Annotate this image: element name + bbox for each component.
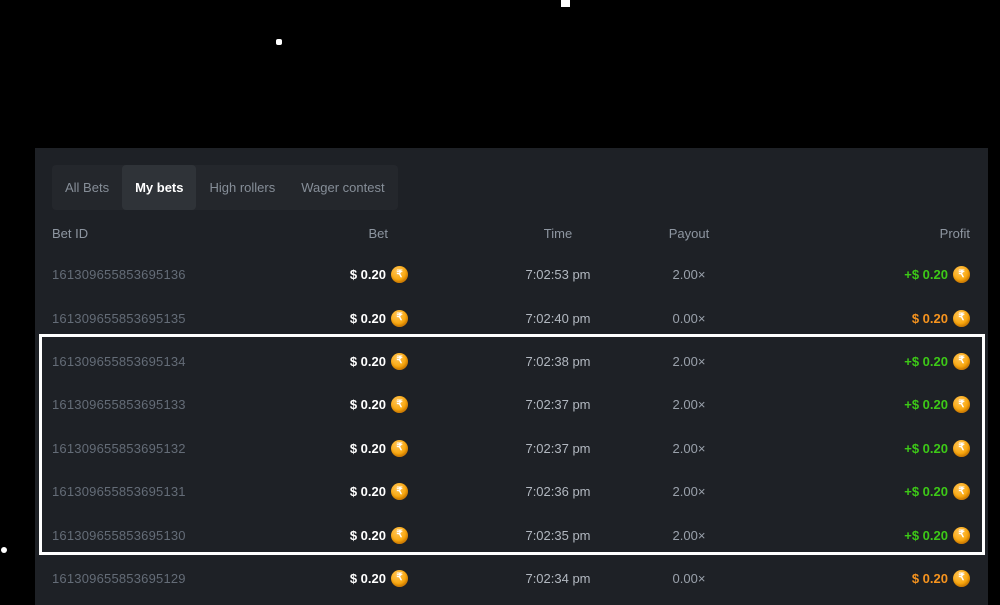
rupee-symbol: ₹: [396, 443, 402, 453]
artifact-mark-upper-left: [276, 39, 282, 45]
rupee-coin-icon: ₹: [391, 483, 408, 500]
rupee-coin-icon: ₹: [953, 310, 970, 327]
rupee-symbol: ₹: [958, 573, 964, 583]
table-row[interactable]: 161309655853695130$ 0.20₹7:02:35 pm2.00×…: [35, 513, 988, 556]
bet-amount: $ 0.20: [350, 354, 386, 369]
rupee-symbol: ₹: [958, 356, 964, 366]
bet-amount-cell: $ 0.20 ₹: [35, 513, 408, 556]
artifact-mark-bottom-left: [1, 547, 7, 553]
rupee-symbol: ₹: [958, 443, 964, 453]
bet-profit-cell: +$ 0.20 ₹: [904, 383, 970, 426]
tab-my-bets[interactable]: My bets: [122, 165, 196, 210]
rupee-coin-icon: ₹: [953, 570, 970, 587]
bet-amount-cell: $ 0.20 ₹: [35, 557, 408, 600]
bet-profit-cell: +$ 0.20 ₹: [904, 340, 970, 383]
artifact-mark-top: [561, 0, 570, 7]
bet-amount: $ 0.20: [350, 311, 386, 326]
column-header-bet: Bet: [35, 218, 408, 248]
screenshot-root: All BetsMy betsHigh rollersWager contest…: [0, 0, 1000, 605]
bet-amount: $ 0.20: [350, 397, 386, 412]
rupee-coin-icon: ₹: [953, 353, 970, 370]
rupee-symbol: ₹: [958, 313, 964, 323]
column-header-payout: Payout: [589, 218, 789, 248]
bet-profit: +$ 0.20: [904, 484, 948, 499]
table-row[interactable]: 161309655853695131$ 0.20₹7:02:36 pm2.00×…: [35, 470, 988, 513]
rupee-coin-icon: ₹: [953, 527, 970, 544]
rupee-symbol: ₹: [958, 487, 964, 497]
rupee-symbol: ₹: [396, 356, 402, 366]
bet-amount-cell: $ 0.20 ₹: [35, 470, 408, 513]
rupee-coin-icon: ₹: [953, 440, 970, 457]
bet-amount-cell: $ 0.20 ₹: [35, 253, 408, 296]
table-row[interactable]: 161309655853695133$ 0.20₹7:02:37 pm2.00×…: [35, 383, 988, 426]
bet-profit-cell: $ 0.20 ₹: [912, 296, 970, 339]
rupee-coin-icon: ₹: [953, 266, 970, 283]
rupee-coin-icon: ₹: [391, 266, 408, 283]
bet-payout: 2.00×: [589, 340, 789, 383]
bet-amount: $ 0.20: [350, 571, 386, 586]
rupee-symbol: ₹: [958, 270, 964, 280]
table-header: Bet ID Bet Time Payout Profit: [35, 218, 988, 248]
bet-profit: $ 0.20: [912, 571, 948, 586]
bet-payout: 2.00×: [589, 383, 789, 426]
bet-profit-cell: +$ 0.20 ₹: [904, 427, 970, 470]
rupee-symbol: ₹: [396, 487, 402, 497]
bet-amount: $ 0.20: [350, 441, 386, 456]
bet-profit: +$ 0.20: [904, 267, 948, 282]
bet-amount: $ 0.20: [350, 484, 386, 499]
bet-payout: 0.00×: [589, 557, 789, 600]
bet-profit: +$ 0.20: [904, 397, 948, 412]
rupee-coin-icon: ₹: [391, 570, 408, 587]
rupee-coin-icon: ₹: [391, 353, 408, 370]
bet-profit-cell: +$ 0.20 ₹: [904, 513, 970, 556]
rupee-symbol: ₹: [396, 530, 402, 540]
bet-profit-cell: +$ 0.20 ₹: [904, 253, 970, 296]
bet-amount: $ 0.20: [350, 267, 386, 282]
bet-profit: $ 0.20: [912, 311, 948, 326]
bet-amount-cell: $ 0.20 ₹: [35, 340, 408, 383]
table-row[interactable]: 161309655853695135$ 0.20₹7:02:40 pm0.00×…: [35, 296, 988, 339]
table-row[interactable]: 161309655853695132$ 0.20₹7:02:37 pm2.00×…: [35, 427, 988, 470]
table-body: 161309655853695136$ 0.20₹7:02:53 pm2.00×…: [35, 253, 988, 600]
table-row[interactable]: 161309655853695129$ 0.20₹7:02:34 pm0.00×…: [35, 557, 988, 600]
column-header-profit: Profit: [940, 218, 970, 248]
bet-profit: +$ 0.20: [904, 528, 948, 543]
bet-amount: $ 0.20: [350, 528, 386, 543]
bet-profit: +$ 0.20: [904, 441, 948, 456]
rupee-symbol: ₹: [396, 270, 402, 280]
rupee-coin-icon: ₹: [391, 396, 408, 413]
table-row[interactable]: 161309655853695136$ 0.20₹7:02:53 pm2.00×…: [35, 253, 988, 296]
bet-payout: 0.00×: [589, 296, 789, 339]
bet-payout: 2.00×: [589, 427, 789, 470]
rupee-coin-icon: ₹: [391, 440, 408, 457]
rupee-symbol: ₹: [396, 400, 402, 410]
bet-profit-cell: $ 0.20 ₹: [912, 557, 970, 600]
rupee-symbol: ₹: [396, 573, 402, 583]
rupee-coin-icon: ₹: [391, 527, 408, 544]
rupee-coin-icon: ₹: [953, 483, 970, 500]
rupee-coin-icon: ₹: [953, 396, 970, 413]
tab-all-bets[interactable]: All Bets: [52, 165, 122, 210]
rupee-symbol: ₹: [396, 313, 402, 323]
bet-profit: +$ 0.20: [904, 354, 948, 369]
rupee-symbol: ₹: [958, 400, 964, 410]
rupee-coin-icon: ₹: [391, 310, 408, 327]
bet-history-panel: All BetsMy betsHigh rollersWager contest…: [35, 148, 988, 605]
bet-payout: 2.00×: [589, 470, 789, 513]
bet-payout: 2.00×: [589, 253, 789, 296]
rupee-symbol: ₹: [958, 530, 964, 540]
bet-profit-cell: +$ 0.20 ₹: [904, 470, 970, 513]
bet-amount-cell: $ 0.20 ₹: [35, 296, 408, 339]
table-row[interactable]: 161309655853695134$ 0.20₹7:02:38 pm2.00×…: [35, 340, 988, 383]
bet-amount-cell: $ 0.20 ₹: [35, 427, 408, 470]
bet-payout: 2.00×: [589, 513, 789, 556]
tab-wager-contest[interactable]: Wager contest: [288, 165, 397, 210]
bet-amount-cell: $ 0.20 ₹: [35, 383, 408, 426]
tab-high-rollers[interactable]: High rollers: [196, 165, 288, 210]
bet-tabs: All BetsMy betsHigh rollersWager contest: [52, 165, 398, 210]
